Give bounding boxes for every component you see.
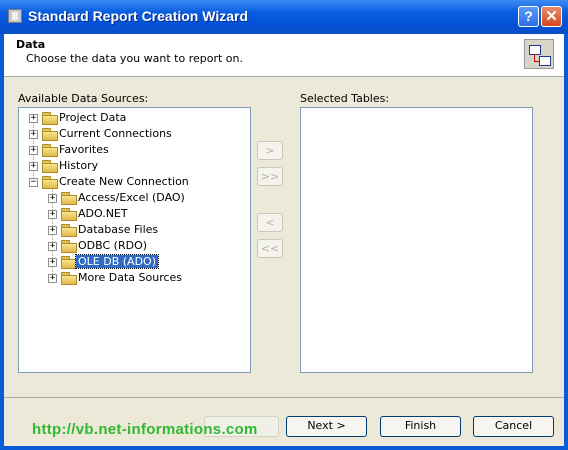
selected-tables-list[interactable]: [300, 107, 533, 373]
tree-node-label: Project Data: [59, 111, 127, 124]
tree-node[interactable]: + Access/Excel (DAO): [19, 190, 249, 206]
tree-node-label: OLE DB (ADO): [75, 254, 159, 269]
tree-node[interactable]: + OLE DB (ADO): [19, 254, 249, 270]
data-sources-tree[interactable]: + Project Data + Current Connections + Favori…: [18, 107, 251, 373]
expand-icon[interactable]: +: [48, 194, 57, 203]
title-bar[interactable]: Standard Report Creation Wizard ? ✕: [0, 0, 568, 34]
expand-icon[interactable]: +: [48, 258, 57, 267]
tree-node[interactable]: + Current Connections: [19, 126, 249, 142]
folder-icon: [61, 192, 77, 205]
expand-icon[interactable]: +: [48, 210, 57, 219]
finish-button[interactable]: Finish: [380, 416, 461, 437]
window-title: Standard Report Creation Wizard: [28, 8, 249, 24]
tree-node[interactable]: + Database Files: [19, 222, 249, 238]
tree-node-label: Create New Connection: [59, 175, 189, 188]
page-title: Data: [16, 38, 46, 51]
tree-node[interactable]: + More Data Sources: [19, 270, 249, 286]
tree-node-label: Access/Excel (DAO): [78, 191, 185, 204]
close-button[interactable]: ✕: [541, 6, 562, 27]
dialog-body: Data Choose the data you want to report …: [4, 34, 564, 446]
folder-icon: [61, 224, 77, 237]
cancel-button[interactable]: Cancel: [473, 416, 554, 437]
expand-icon[interactable]: +: [29, 146, 38, 155]
remove-all-button[interactable]: <<: [257, 239, 283, 258]
selected-tables-label: Selected Tables:: [300, 92, 390, 105]
tree-node-label: History: [59, 159, 99, 172]
folder-icon: [42, 160, 58, 173]
folder-icon: [42, 144, 58, 157]
tree-node[interactable]: + ODBC (RDO): [19, 238, 249, 254]
collapse-icon[interactable]: −: [29, 178, 38, 187]
app-icon: [8, 9, 22, 23]
add-all-button[interactable]: >>: [257, 167, 283, 186]
tree-node[interactable]: + Favorites: [19, 142, 249, 158]
folder-icon: [42, 112, 58, 125]
data-link-icon: [524, 39, 554, 69]
tree-node-label: Current Connections: [59, 127, 172, 140]
wizard-header: Data Choose the data you want to report …: [4, 34, 564, 77]
tree-node[interactable]: + History: [19, 158, 249, 174]
tree-node-label: Database Files: [78, 223, 159, 236]
tree-node-label: Favorites: [59, 143, 109, 156]
footer-divider: [4, 397, 564, 398]
expand-icon[interactable]: +: [48, 274, 57, 283]
available-sources-label: Available Data Sources:: [18, 92, 149, 105]
tree-node-label: More Data Sources: [78, 271, 183, 284]
expand-icon[interactable]: +: [48, 226, 57, 235]
folder-icon: [61, 256, 77, 269]
watermark-text: http://vb.net-informations.com: [32, 421, 258, 438]
folder-icon: [42, 176, 58, 189]
folder-icon: [61, 208, 77, 221]
expand-icon[interactable]: +: [29, 130, 38, 139]
wizard-window: Standard Report Creation Wizard ? ✕ Data…: [0, 0, 568, 450]
folder-icon: [61, 240, 77, 253]
tree-node-label: ADO.NET: [78, 207, 128, 220]
expand-icon[interactable]: +: [48, 242, 57, 251]
tree-node-label: ODBC (RDO): [78, 239, 148, 252]
tree-node[interactable]: − Create New Connection: [19, 174, 249, 190]
expand-icon[interactable]: +: [29, 114, 38, 123]
help-button[interactable]: ?: [518, 6, 539, 27]
expand-icon[interactable]: +: [29, 162, 38, 171]
folder-icon: [42, 128, 58, 141]
remove-button[interactable]: <: [257, 213, 283, 232]
tree-node[interactable]: + Project Data: [19, 110, 249, 126]
add-button[interactable]: >: [257, 141, 283, 160]
folder-icon: [61, 272, 77, 285]
tree-node[interactable]: + ADO.NET: [19, 206, 249, 222]
next-button[interactable]: Next >: [286, 416, 367, 437]
page-subtitle: Choose the data you want to report on.: [26, 52, 243, 65]
